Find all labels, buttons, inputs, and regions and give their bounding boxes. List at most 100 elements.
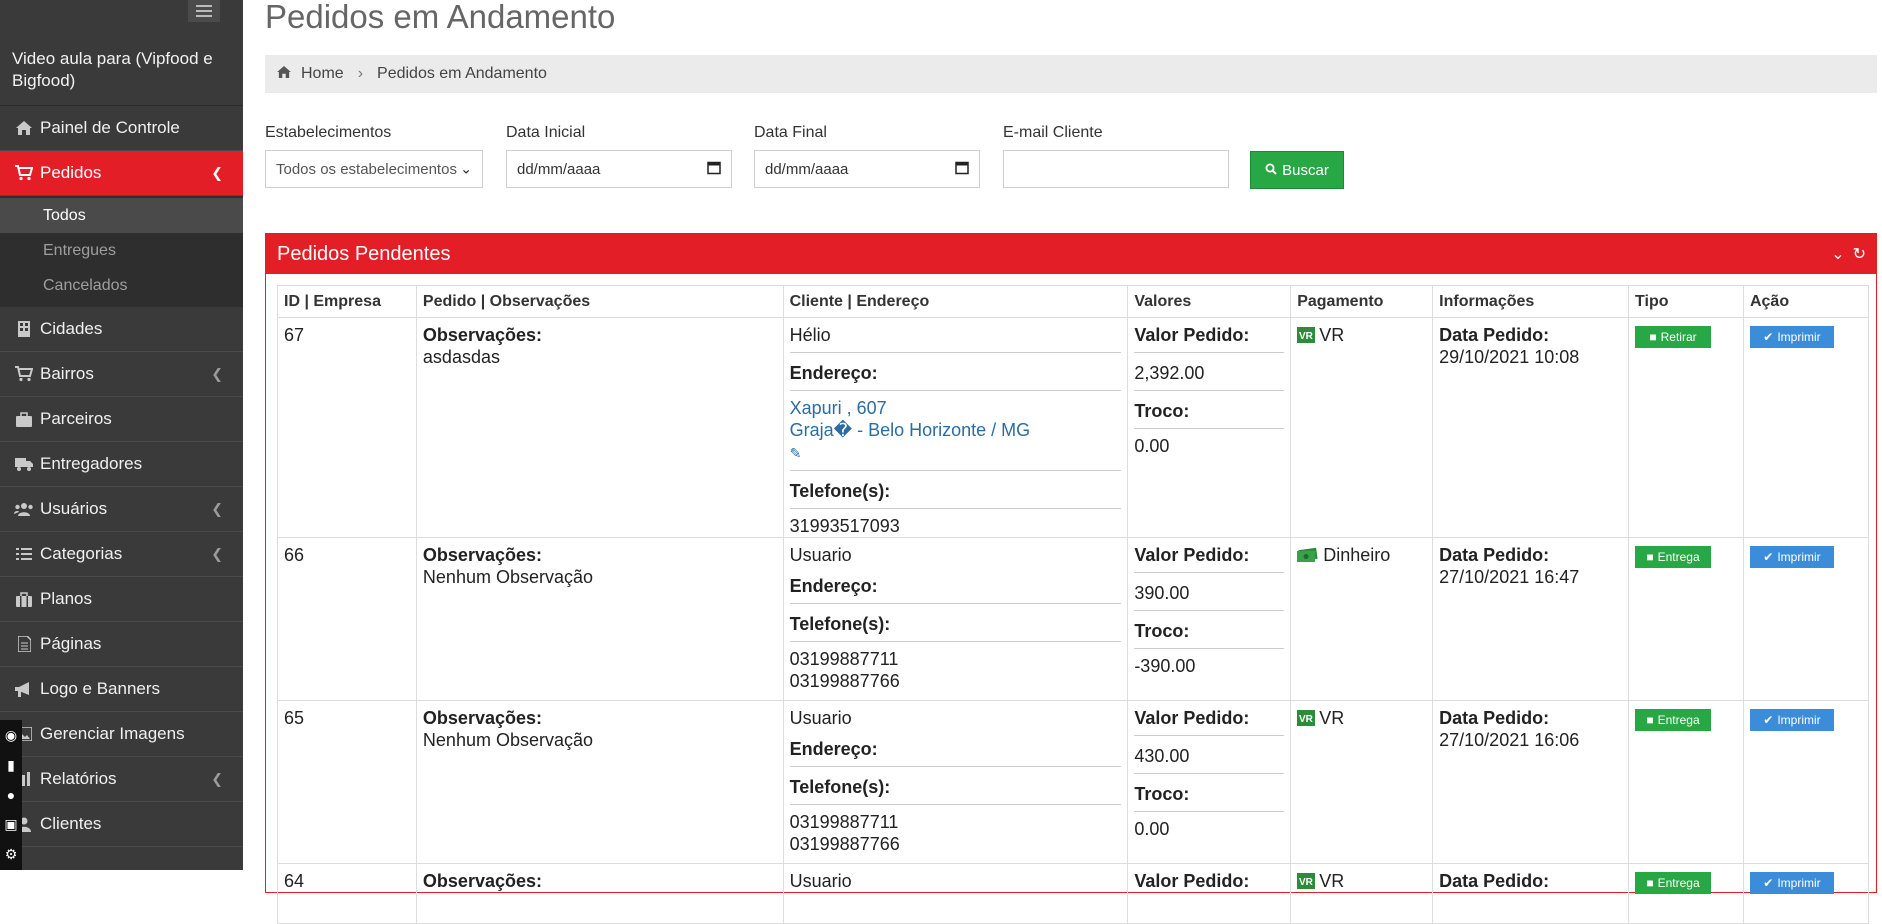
submenu-item-todos[interactable]: Todos: [0, 198, 243, 233]
sidebar-item-cidades[interactable]: Cidades: [0, 307, 243, 352]
imprimir-button[interactable]: ✔ Imprimir: [1749, 709, 1834, 731]
check-icon: ✔: [1763, 876, 1774, 890]
truck-icon: ■: [1646, 550, 1654, 564]
camera-icon[interactable]: ◉: [5, 727, 17, 744]
breadcrumb-separator: ›: [357, 65, 364, 82]
tipo-entrega-button[interactable]: ■ Entrega: [1635, 709, 1712, 731]
sidebar-item-logo-banners[interactable]: Logo e Banners: [0, 667, 243, 712]
sidebar-item-label: Categorias: [40, 544, 123, 563]
column-header: Pedido | Observações: [415, 285, 784, 318]
troco-label: Troco:: [1134, 397, 1285, 429]
sidebar-item-relatorios[interactable]: Relatórios ❮: [0, 757, 243, 802]
filter-data-final: Data Final dd/mm/aaaa: [754, 124, 980, 188]
sidebar-item-usuarios[interactable]: Usuários ❮: [0, 487, 243, 532]
users-icon: [14, 499, 34, 519]
data-final-input[interactable]: dd/mm/aaaa: [754, 150, 980, 188]
sidebar-item-pedidos[interactable]: Pedidos ❮: [0, 151, 243, 196]
check-icon: ✔: [1763, 330, 1774, 344]
panel-header: Pedidos Pendentes ⌄ ↻: [266, 234, 1876, 274]
orders-table: ID | Empresa Pedido | Observações Client…: [277, 285, 1870, 924]
sidebar-item-bairros[interactable]: Bairros ❮: [0, 352, 243, 397]
sidebar-profile: Video aula para (Vipfood e Bigfood): [0, 26, 243, 106]
truck-icon: ■: [1646, 713, 1654, 727]
telefone: 03199887766: [789, 834, 900, 854]
valor-label: Valor Pedido:: [1134, 544, 1285, 573]
recording-toolbar: ◉ ▮ ● ▣ ⚙: [0, 720, 22, 870]
suitcase-icon: [14, 589, 34, 609]
sidebar-item-label: Relatórios: [40, 769, 117, 788]
sidebar-item-label: Parceiros: [40, 409, 112, 428]
sidebar-item-categorias[interactable]: Categorias ❮: [0, 532, 243, 577]
chevron-left-icon: ❮: [211, 500, 223, 517]
chevron-down-icon: ⌄: [460, 160, 472, 177]
submenu-item-cancelados[interactable]: Cancelados: [0, 268, 243, 303]
endereco-line2[interactable]: Graja� - Belo Horizonte / MG: [790, 419, 1122, 441]
refresh-icon[interactable]: ↻: [1853, 244, 1866, 264]
microphone-icon[interactable]: ●: [7, 787, 15, 803]
email-cliente-input[interactable]: [1003, 150, 1229, 188]
sidebar-item-painel[interactable]: Painel de Controle: [0, 106, 243, 151]
observacoes-label: Observações:: [422, 708, 542, 728]
data-pedido-value: 27/10/2021 16:06: [1439, 730, 1580, 750]
troco-value: 0.00: [1134, 436, 1170, 456]
menu-toggle-icon[interactable]: [188, 0, 220, 22]
data-inicial-input[interactable]: dd/mm/aaaa: [506, 150, 732, 188]
calendar-icon[interactable]: [707, 161, 721, 178]
tipo-entrega-button[interactable]: ■ Entrega: [1635, 546, 1712, 568]
endereco-label: Endereço:: [789, 572, 1122, 604]
sidebar-item-label: Gerenciar Imagens: [40, 724, 185, 743]
imprimir-button[interactable]: ✔ Imprimir: [1749, 872, 1834, 894]
bullhorn-icon: [14, 679, 34, 699]
filters-form: Estabelecimentos Todos os estabeleciment…: [265, 124, 1877, 194]
building-icon: [14, 319, 34, 339]
sidebar-item-parceiros[interactable]: Parceiros: [0, 397, 243, 442]
endereco-label: Endereço:: [789, 359, 1122, 391]
endereco-label: Endereço:: [789, 735, 1122, 767]
endereco-line1[interactable]: Xapuri , 607: [790, 397, 1122, 419]
sidebar-item-label: Bairros: [40, 364, 94, 383]
estabelecimentos-label: Estabelecimentos: [265, 124, 392, 141]
buscar-button[interactable]: Buscar: [1250, 151, 1344, 189]
estabelecimentos-select[interactable]: Todos os estabelecimentos ⌄: [265, 150, 483, 188]
data-final-label: Data Final: [754, 124, 827, 141]
sidebar-item-label: Usuários: [40, 499, 108, 518]
breadcrumb-home-link[interactable]: Home: [301, 65, 344, 83]
edit-icon[interactable]: ✎: [790, 445, 802, 461]
gear-icon[interactable]: ⚙: [5, 846, 18, 863]
column-header: ID | Empresa: [277, 285, 417, 318]
sidebar-item-clientes[interactable]: Clientes: [0, 802, 243, 847]
sidebar-item-label: Planos: [40, 589, 92, 608]
submenu-item-entregues[interactable]: Entregues: [0, 233, 243, 268]
sidebar-item-paginas[interactable]: Páginas: [0, 622, 243, 667]
imprimir-button[interactable]: ✔ Imprimir: [1749, 546, 1834, 568]
tipo-entrega-button[interactable]: ■ Entrega: [1635, 872, 1712, 894]
search-icon: [1265, 162, 1277, 179]
sidebar-item-label: Pedidos: [40, 163, 102, 182]
video-icon[interactable]: ▮: [7, 757, 15, 774]
sidebar-item-entregadores[interactable]: Entregadores: [0, 442, 243, 487]
sidebar-item-planos[interactable]: Planos: [0, 577, 243, 622]
calendar-icon[interactable]: [955, 161, 969, 178]
filter-data-inicial: Data Inicial dd/mm/aaaa: [506, 124, 732, 188]
briefcase-icon: [14, 409, 34, 429]
troco-value: 0.00: [1134, 819, 1170, 839]
collapse-icon[interactable]: ⌄: [1831, 244, 1844, 264]
breadcrumb-current: Pedidos em Andamento: [377, 65, 547, 82]
observacoes-label: Observações:: [422, 325, 542, 345]
chevron-left-icon: ❮: [211, 545, 223, 562]
screen-icon[interactable]: ▣: [4, 816, 17, 833]
sidebar-item-gerenciar-imagens[interactable]: Gerenciar Imagens: [0, 712, 243, 757]
truck-icon: ■: [1646, 876, 1654, 890]
pagamento-label: VR: [1319, 871, 1345, 891]
svg-text:VR: VR: [1299, 714, 1314, 725]
cliente-name: Usuario: [789, 545, 852, 565]
valor-value: 390.00: [1134, 579, 1285, 611]
imprimir-button[interactable]: ✔ Imprimir: [1749, 326, 1834, 348]
chevron-left-icon: ❮: [211, 365, 223, 382]
table-header-row: ID | Empresa Pedido | Observações Client…: [277, 285, 1870, 318]
pedidos-submenu: Todos Entregues Cancelados: [0, 196, 243, 307]
telefones-label: Telefone(s):: [789, 773, 1122, 805]
truck-icon: ■: [1649, 330, 1657, 344]
telefone: 31993517093: [789, 516, 900, 536]
tipo-retirar-button[interactable]: ■ Retirar: [1635, 326, 1712, 348]
